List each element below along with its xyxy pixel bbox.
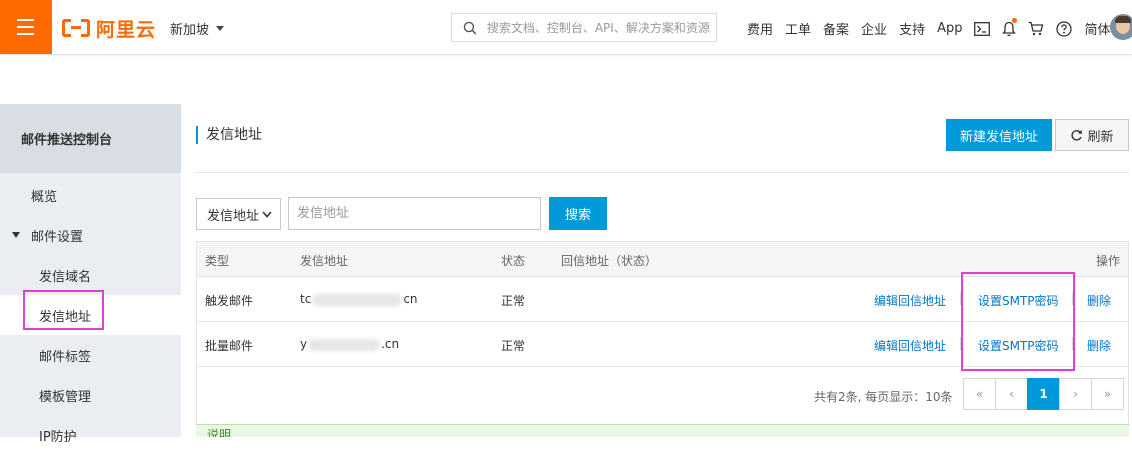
help-icon[interactable] [1056,20,1073,37]
set-smtp-password-link[interactable]: 设置SMTP密码 [978,292,1059,309]
column-header-type: 类型 [205,254,230,268]
filter-type-select[interactable]: 发信地址 [196,198,281,230]
cell-address: tc cn [300,292,418,306]
search-icon [463,21,477,34]
region-label: 新加坡 [170,23,210,38]
page-1-button[interactable]: 1 [1027,378,1060,410]
search-button[interactable]: 搜索 [549,197,607,230]
sidebar: 邮件推送控制台 概览 邮件设置 发信域名 发信地址 邮件标签 模板管理 IP防护 [0,104,181,445]
delete-link[interactable]: 删除 [1087,337,1111,354]
sidebar-item-ip-protection[interactable]: IP防护 [0,415,181,455]
sidebar-item-sender-addresses[interactable]: 发信地址 [0,295,181,335]
global-search-input[interactable] [484,19,716,36]
sidebar-group-mail-settings[interactable]: 邮件设置 [0,215,181,255]
cell-status: 正常 [501,294,526,308]
top-navigation-bar: 阿里云 新加坡 费用 工单 备案 企业 支持 App 简体 [0,0,1132,55]
sidebar-item-label: 概览 [31,189,58,205]
sidebar-item-overview[interactable]: 概览 [0,175,181,215]
edit-reply-address-link[interactable]: 编辑回信地址 [874,292,946,309]
sidebar-title: 邮件推送控制台 [0,104,181,173]
filter-address-input[interactable] [288,197,541,230]
cell-status: 正常 [501,339,526,353]
language-switch[interactable]: 简体 [1084,19,1110,38]
top-links: 费用 工单 备案 企业 支持 App 简体 [747,17,1123,38]
global-search[interactable] [451,13,717,42]
avatar[interactable] [1110,14,1132,40]
prev-page-button[interactable]: ‹ [995,378,1028,410]
nav-link-app[interactable]: App [937,21,962,36]
redacted-blur [312,293,403,306]
refresh-label: 刷新 [1087,129,1114,145]
sidebar-item-templates[interactable]: 模板管理 [0,375,181,415]
first-page-button[interactable]: « [963,378,996,410]
redacted-blur [308,338,381,351]
notification-bell-icon[interactable] [1002,17,1018,37]
nav-link-enterprise[interactable]: 企业 [861,19,887,38]
page-title: 发信地址 [196,126,262,144]
notice-box: 说明 [196,424,1129,437]
sidebar-item-label: 邮件标签 [39,349,92,365]
set-smtp-password-link[interactable]: 设置SMTP密码 [978,337,1059,354]
aliyun-logo-icon [62,19,90,37]
divider [196,172,1129,173]
column-header-address: 发信地址 [300,254,349,268]
chevron-down-icon [262,211,272,218]
sidebar-item-label: 邮件设置 [31,229,84,245]
terminal-icon[interactable] [974,21,991,36]
cart-icon[interactable] [1028,21,1044,36]
notice-title: 说明 [207,428,232,437]
cell-type: 触发邮件 [205,294,254,308]
triangle-down-icon [12,232,20,238]
refresh-button[interactable]: 刷新 [1055,119,1129,151]
table-row: 批量邮件 y .cn 正常 编辑回信地址 设置SMTP密码 删除 [197,322,1128,367]
menu-button[interactable] [0,0,52,54]
nav-link-billing[interactable]: 费用 [747,19,773,38]
hamburger-icon [17,19,34,21]
next-page-button[interactable]: › [1059,378,1092,410]
sidebar-item-sender-domains[interactable]: 发信域名 [0,255,181,295]
aliyun-logo[interactable]: 阿里云 [62,16,157,41]
region-selector[interactable]: 新加坡 [170,19,225,38]
cell-address: y .cn [300,337,400,351]
last-page-button[interactable]: » [1091,378,1124,410]
select-value: 发信地址 [207,208,260,224]
notification-dot [1012,17,1018,23]
edit-reply-address-link[interactable]: 编辑回信地址 [874,337,946,354]
column-header-actions: 操作 [1096,254,1121,268]
sidebar-item-mail-tags[interactable]: 邮件标签 [0,335,181,375]
cell-type: 批量邮件 [205,339,254,353]
nav-link-icp[interactable]: 备案 [823,19,849,38]
logo-text: 阿里云 [96,18,157,41]
create-sender-address-button[interactable]: 新建发信地址 [946,119,1052,151]
delete-link[interactable]: 删除 [1087,292,1111,309]
sidebar-item-label: 发信地址 [39,309,92,325]
column-header-status: 状态 [501,254,526,268]
table-header: 类型 发信地址 状态 回信地址（状态） 操作 [197,242,1128,277]
pagination: « ‹ 1 › » [963,378,1124,410]
table-row: 触发邮件 tc cn 正常 编辑回信地址 设置SMTP密码 删除 [197,277,1128,322]
caret-down-icon [216,26,225,31]
sidebar-item-label: IP防护 [39,429,77,445]
refresh-icon [1071,129,1083,141]
nav-link-tickets[interactable]: 工单 [785,19,811,38]
sidebar-item-label: 模板管理 [39,389,92,405]
sidebar-item-label: 发信域名 [39,269,92,285]
pagination-info: 共有2条, 每页显示：10条 [814,390,953,404]
column-header-reply-address: 回信地址（状态） [561,254,658,268]
nav-link-support[interactable]: 支持 [899,19,925,38]
